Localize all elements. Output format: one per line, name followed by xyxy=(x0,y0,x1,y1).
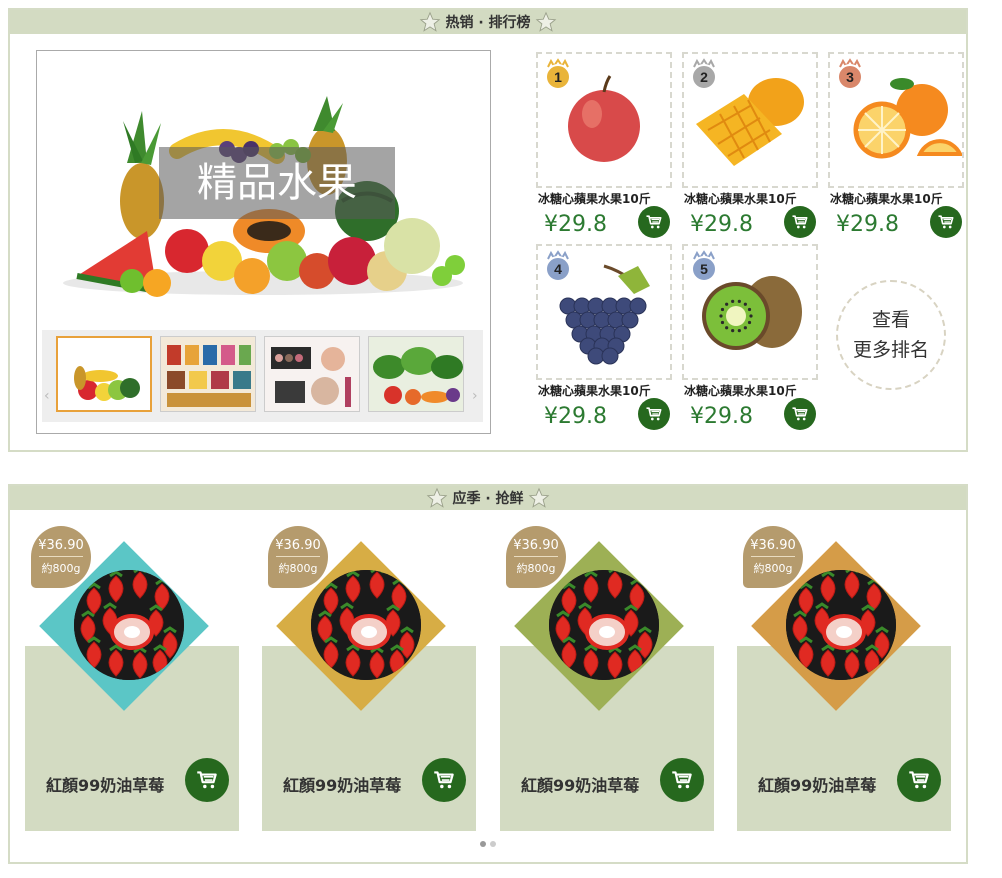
cart-icon xyxy=(431,767,457,793)
product-name[interactable]: 冰糖心蘋果水果10斤 xyxy=(830,190,970,207)
hot-ranking-header: 热销 · 排行榜 xyxy=(10,10,966,34)
rank-number: 5 xyxy=(700,261,708,277)
product-image[interactable]: 3 xyxy=(828,52,964,188)
product-name[interactable]: 冰糖心蘋果水果10斤 xyxy=(538,190,678,207)
season-weight: 約800g xyxy=(41,562,81,575)
add-to-cart-button[interactable] xyxy=(930,206,962,238)
product-price: ¥29.8 xyxy=(544,404,607,429)
ranking-product-card[interactable]: 1 冰糖心蘋果水果10斤 ¥29.8 xyxy=(536,52,672,242)
season-product-card[interactable]: ¥36.90 約800g 紅顏99奶油草莓 xyxy=(262,526,476,831)
view-more-label-1: 查看 xyxy=(871,309,910,331)
strawberry-image[interactable] xyxy=(786,570,896,680)
add-to-cart-button[interactable] xyxy=(638,398,670,430)
product-image[interactable]: 2 xyxy=(682,52,818,188)
rank-number: 1 xyxy=(554,69,562,85)
star-icon xyxy=(535,11,556,32)
price-tag: ¥36.90 約800g xyxy=(268,526,328,588)
product-name[interactable]: 冰糖心蘋果水果10斤 xyxy=(684,382,824,399)
season-weight: 約800g xyxy=(516,562,556,575)
product-price: ¥29.8 xyxy=(690,404,753,429)
season-product-card[interactable]: ¥36.90 約800g 紅顏99奶油草莓 xyxy=(25,526,239,831)
cart-icon xyxy=(644,404,664,424)
season-fresh-title: 应季 · 抢鲜 xyxy=(452,491,524,507)
rank-medal-icon: 5 xyxy=(691,250,717,282)
season-price: ¥36.90 xyxy=(275,538,321,553)
cart-icon xyxy=(194,767,220,793)
ranking-product-card[interactable]: 3 冰糖心蘋果水果10斤 ¥29.8 xyxy=(828,52,964,242)
hot-ranking-panel: 热销 · 排行榜 精品水果 ‹ › 1 冰糖心蘋果水果10斤 ¥29.8 2 冰… xyxy=(8,8,968,452)
season-product-name[interactable]: 紅顏99奶油草莓 xyxy=(521,772,639,796)
season-product-card[interactable]: ¥36.90 約800g 紅顏99奶油草莓 xyxy=(500,526,714,831)
hot-ranking-title: 热销 · 排行榜 xyxy=(445,15,531,31)
star-icon xyxy=(427,487,448,508)
add-to-cart-button[interactable] xyxy=(784,206,816,238)
season-product-name[interactable]: 紅顏99奶油草莓 xyxy=(758,772,876,796)
product-image[interactable]: 5 xyxy=(682,244,818,380)
product-name[interactable]: 冰糖心蘋果水果10斤 xyxy=(538,382,678,399)
cart-icon xyxy=(669,767,695,793)
season-weight: 約800g xyxy=(278,562,318,575)
cart-icon xyxy=(790,212,810,232)
season-product-name[interactable]: 紅顏99奶油草莓 xyxy=(46,772,164,796)
cart-icon xyxy=(644,212,664,232)
strawberry-image[interactable] xyxy=(549,570,659,680)
season-weight: 約800g xyxy=(753,562,793,575)
star-icon xyxy=(528,487,549,508)
cart-icon xyxy=(790,404,810,424)
carousel-pager xyxy=(480,841,496,847)
hero-slider[interactable]: 精品水果 ‹ › xyxy=(36,50,491,434)
cart-icon xyxy=(906,767,932,793)
view-more-ranking-button[interactable]: 查看 更多排名 xyxy=(836,280,946,390)
prev-arrow[interactable]: ‹ xyxy=(44,388,50,404)
thumbnail-vegetables[interactable] xyxy=(368,336,464,412)
product-image[interactable]: 4 xyxy=(536,244,672,380)
strawberry-image[interactable] xyxy=(74,570,184,680)
product-image[interactable]: 1 xyxy=(536,52,672,188)
rank-number: 4 xyxy=(554,261,562,277)
price-tag: ¥36.90 約800g xyxy=(506,526,566,588)
hero-fruit-image[interactable]: 精品水果 xyxy=(37,51,490,326)
star-icon xyxy=(420,11,441,32)
product-name[interactable]: 冰糖心蘋果水果10斤 xyxy=(684,190,824,207)
pager-dot[interactable] xyxy=(490,841,496,847)
add-to-cart-button[interactable] xyxy=(185,758,229,802)
add-to-cart-button[interactable] xyxy=(660,758,704,802)
ranking-product-card[interactable]: 2 冰糖心蘋果水果10斤 ¥29.8 xyxy=(682,52,818,242)
thumbnail-snack-shelf[interactable] xyxy=(160,336,256,412)
ranking-product-card[interactable]: 5 冰糖心蘋果水果10斤 ¥29.8 xyxy=(682,244,818,434)
ranking-product-card[interactable]: 4 冰糖心蘋果水果10斤 ¥29.8 xyxy=(536,244,672,434)
add-to-cart-button[interactable] xyxy=(422,758,466,802)
price-tag: ¥36.90 約800g xyxy=(743,526,803,588)
strawberry-image[interactable] xyxy=(311,570,421,680)
season-product-name[interactable]: 紅顏99奶油草莓 xyxy=(283,772,401,796)
cart-icon xyxy=(936,212,956,232)
season-product-card[interactable]: ¥36.90 約800g 紅顏99奶油草莓 xyxy=(737,526,951,831)
rank-number: 3 xyxy=(846,69,854,85)
thumbnail-cosmetics[interactable] xyxy=(264,336,360,412)
thumbnail-strip: ‹ › xyxy=(42,330,483,422)
rank-medal-icon: 2 xyxy=(691,58,717,90)
product-price: ¥29.8 xyxy=(690,212,753,237)
product-price: ¥29.8 xyxy=(836,212,899,237)
pager-dot[interactable] xyxy=(480,841,486,847)
add-to-cart-button[interactable] xyxy=(784,398,816,430)
add-to-cart-button[interactable] xyxy=(638,206,670,238)
thumbnail-fruit-assortment[interactable] xyxy=(56,336,152,412)
season-price: ¥36.90 xyxy=(513,538,559,553)
hero-caption: 精品水果 xyxy=(159,147,395,219)
season-price: ¥36.90 xyxy=(38,538,84,553)
rank-medal-icon: 4 xyxy=(545,250,571,282)
rank-medal-icon: 1 xyxy=(545,58,571,90)
season-fresh-panel: 应季 · 抢鲜 ¥36.90 約800g 紅顏99奶油草莓 ¥36.90 約80… xyxy=(8,484,968,864)
product-price: ¥29.8 xyxy=(544,212,607,237)
rank-medal-icon: 3 xyxy=(837,58,863,90)
season-price: ¥36.90 xyxy=(750,538,796,553)
next-arrow[interactable]: › xyxy=(472,388,478,404)
rank-number: 2 xyxy=(700,69,708,85)
season-fresh-header: 应季 · 抢鲜 xyxy=(10,486,966,510)
add-to-cart-button[interactable] xyxy=(897,758,941,802)
price-tag: ¥36.90 約800g xyxy=(31,526,91,588)
view-more-label-2: 更多排名 xyxy=(852,339,929,361)
